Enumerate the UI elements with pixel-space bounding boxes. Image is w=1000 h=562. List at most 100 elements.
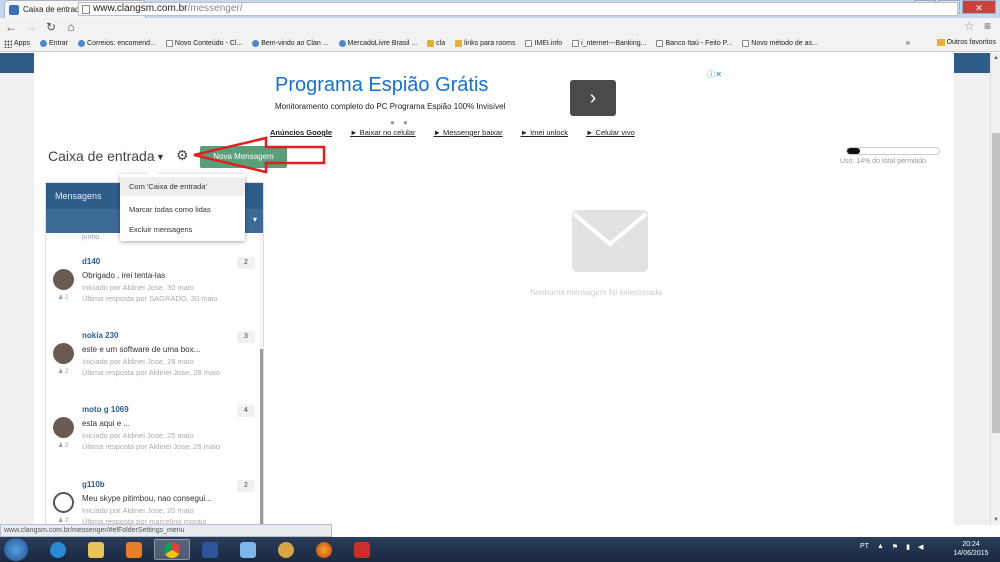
ad-link[interactable]: ► Imei unlock	[521, 128, 568, 137]
bookmark-label: Novo Conteúdo - Cl...	[174, 40, 243, 47]
clock-time: 20:24	[962, 541, 980, 548]
conversation-item[interactable]: ♟ 2 moto g 1069 esta aqui e ... Iniciado po…	[46, 405, 260, 475]
page-gutter-left	[0, 73, 34, 525]
start-button[interactable]	[4, 538, 28, 561]
bookmark-item[interactable]: Novo método de as...	[742, 40, 818, 47]
bookmark-item[interactable]: Correios: encomend...	[78, 40, 156, 47]
avatar[interactable]	[53, 492, 74, 513]
chevron-down-icon[interactable]: ▼	[156, 152, 165, 162]
show-hidden-icons-icon[interactable]: ▲	[877, 543, 884, 551]
participant-count: ♟ 2	[58, 369, 69, 375]
conversation-item[interactable]: ♟ 2 d140 Obrigado , irei tenta-las Iniciado…	[46, 257, 260, 327]
page-gutter-right	[954, 73, 990, 525]
bookmark-star-icon[interactable]: ☆	[964, 19, 975, 33]
sidebar-scrollbar[interactable]	[260, 233, 263, 524]
system-clock[interactable]: 20:24 14/06/2015	[950, 540, 992, 558]
explorer-icon[interactable]	[78, 539, 114, 560]
paint-icon[interactable]	[268, 539, 304, 560]
chrome-icon[interactable]	[154, 539, 190, 560]
folder-title[interactable]: Caixa de entrada	[48, 148, 155, 164]
bookmark-label: cla	[436, 40, 446, 47]
page-icon	[742, 40, 750, 47]
avatar[interactable]	[53, 269, 74, 290]
media-player-icon[interactable]	[116, 539, 152, 560]
back-icon[interactable]: ←	[4, 20, 18, 34]
bookmark-item[interactable]: IMEI.info	[525, 40, 562, 47]
home-icon[interactable]: ⌂	[64, 20, 78, 34]
bookmark-label: Bem-vindo ao Clan ...	[261, 40, 329, 47]
flag-icon[interactable]: ⚑	[892, 543, 898, 551]
windows-taskbar	[0, 537, 1000, 562]
bookmark-item[interactable]: Banco Itaú - Feito P...	[656, 40, 732, 47]
menu-item-mark-all-read[interactable]: Marcar todas como lidas	[120, 200, 245, 219]
apps-grid-icon	[4, 39, 12, 48]
browser-menu-icon[interactable]: ≡	[984, 19, 991, 33]
conversation-title[interactable]: g110b	[82, 480, 105, 489]
page-scrollbar[interactable]: ▲ ▼	[990, 53, 1000, 525]
conversation-meta: Iniciado por Aldinei Jose, 20 maio Última…	[82, 506, 207, 525]
address-bar[interactable]: www.clangsm.com.br/messenger/	[78, 2, 958, 16]
chevron-down-icon[interactable]: ▾	[253, 215, 257, 224]
reply-count-badge: 3	[237, 331, 255, 343]
bookmark-item[interactable]: cla	[427, 40, 445, 47]
volume-icon[interactable]: ◀	[918, 543, 923, 551]
bookmark-label: IMEI.info	[534, 40, 563, 47]
conversation-title[interactable]: moto g 1069	[82, 405, 129, 414]
app-icon[interactable]	[344, 539, 380, 560]
ad-go-button[interactable]: ›	[570, 80, 616, 116]
other-bookmarks-folder[interactable]: Outros favoritos	[936, 39, 996, 46]
close-window-button[interactable]: ✕	[962, 0, 996, 14]
menu-item-delete-messages[interactable]: Excluir mensagens	[120, 220, 245, 239]
bookmark-item[interactable]: Apps	[4, 39, 30, 48]
conversation-title[interactable]: d140	[82, 257, 100, 266]
bookmark-item[interactable]: Novo Conteúdo - Cl...	[165, 40, 243, 47]
site-icon	[252, 40, 260, 47]
ie-icon[interactable]	[40, 539, 76, 560]
page-scrollbar-thumb[interactable]	[992, 133, 1000, 433]
folder-icon	[427, 40, 435, 47]
bookmark-item[interactable]: links para rooms	[455, 40, 515, 47]
ad-title[interactable]: Programa Espião Grátis	[275, 74, 488, 97]
scroll-down-arrow-icon[interactable]: ▼	[991, 517, 1000, 523]
participant-count: ♟ 2	[58, 443, 69, 449]
conversation-meta: Iniciado por Aldinei Jose, 28 maio Última…	[82, 357, 220, 377]
conversation-item[interactable]: ♟ 2 g110b Meu skype pitimbou, nao consegui…	[46, 480, 260, 525]
ad-info-icon[interactable]: ⓘ✕	[707, 69, 722, 80]
avatar[interactable]	[53, 343, 74, 364]
network-icon[interactable]: ▮	[906, 543, 910, 551]
reload-icon[interactable]: ↻	[44, 20, 58, 34]
ad-pagination-dots: ● ●	[390, 118, 411, 127]
forward-icon[interactable]: →	[24, 20, 38, 34]
bookmark-item[interactable]: i_nternet---Banking...	[572, 40, 646, 47]
page-icon	[572, 40, 580, 47]
clock-date: 14/06/2015	[953, 550, 989, 557]
reply-count-badge: 2	[237, 480, 255, 492]
avatar[interactable]	[53, 417, 74, 438]
empty-state-text: Nenhuma mensagem foi selecionada	[530, 288, 663, 297]
browser-toolbar: ← → ↻ ⌂	[0, 18, 1000, 36]
bookmark-label: Novo método de as...	[751, 40, 818, 47]
page-icon	[82, 5, 90, 14]
bookmark-item[interactable]: Entrar	[39, 40, 68, 47]
bookmark-item[interactable]: Bem-vindo ao Clan ...	[252, 40, 329, 47]
menu-item-folder-settings[interactable]: Com 'Caixa de entrada'	[120, 177, 245, 196]
bookmarks-overflow-button[interactable]: »	[906, 38, 910, 47]
header-band-left	[0, 53, 34, 73]
site-favicon-icon	[9, 4, 19, 15]
app-icon[interactable]	[230, 539, 266, 560]
ad-link[interactable]: ► Celular vivo	[586, 128, 635, 137]
folder-icon	[936, 39, 945, 46]
conversation-title[interactable]: nokia 230	[82, 331, 118, 340]
sidebar-scrollbar-thumb[interactable]	[260, 349, 263, 524]
language-indicator[interactable]: PT	[860, 543, 869, 551]
bookmark-label: links para rooms	[464, 40, 516, 47]
ad-link[interactable]: ► Baixar no celular	[350, 128, 415, 137]
conversation-item[interactable]: ♟ 2 nokia 230 este e um software de uma bo…	[46, 331, 260, 401]
bookmark-item[interactable]: MercadoLivre Brasil ...	[338, 40, 417, 47]
word-icon[interactable]	[192, 539, 228, 560]
other-bookmarks-label: Outros favoritos	[946, 39, 996, 46]
gear-icon[interactable]: ⚙	[176, 147, 189, 164]
scroll-up-arrow-icon[interactable]: ▲	[991, 55, 1000, 61]
ad-link[interactable]: ► Messenger baixar	[433, 128, 502, 137]
firefox-icon[interactable]	[306, 539, 342, 560]
